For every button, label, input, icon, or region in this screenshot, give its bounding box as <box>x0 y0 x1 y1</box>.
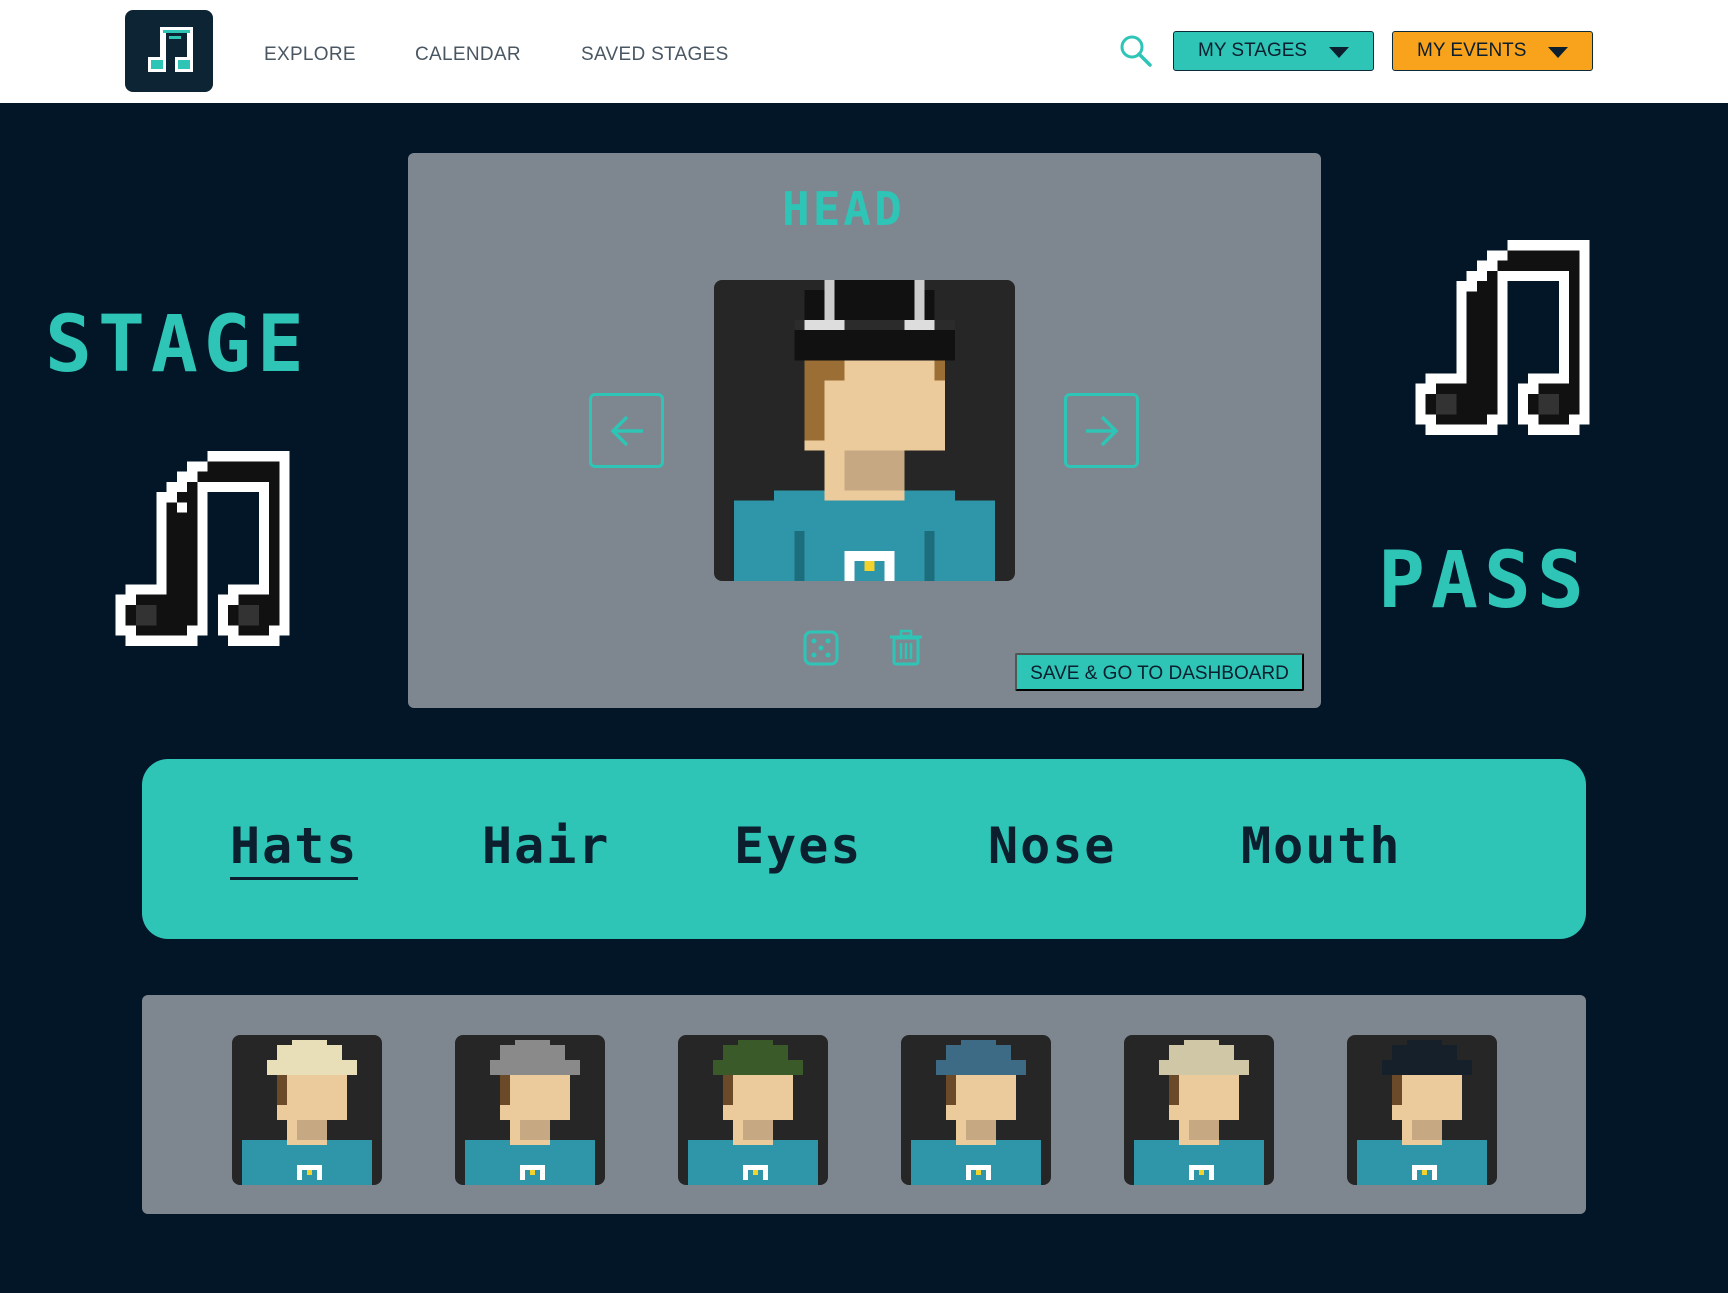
hat-option-black-bucket-hat[interactable] <box>1347 1035 1497 1185</box>
music-note-icon <box>1415 240 1590 435</box>
dice-icon[interactable] <box>801 628 841 668</box>
avatar-preview <box>714 280 1015 581</box>
my-stages-dropdown[interactable]: MY STAGES <box>1173 31 1374 71</box>
hat-option-straw-hat[interactable] <box>232 1035 382 1185</box>
music-note-icon <box>115 451 290 656</box>
tab-eyes[interactable]: Eyes <box>734 817 862 875</box>
brand-title-pass: PASS <box>1378 536 1590 626</box>
next-button[interactable] <box>1064 393 1139 468</box>
hat-option-green-cap[interactable] <box>678 1035 828 1185</box>
my-events-label: MY EVENTS <box>1417 40 1527 61</box>
top-navbar: EXPLORE CALENDAR SAVED STAGES MY STAGES … <box>0 0 1728 103</box>
editor-section-title: HEAD <box>782 182 905 236</box>
tab-hair[interactable]: Hair <box>482 817 610 875</box>
tab-mouth[interactable]: Mouth <box>1241 817 1402 875</box>
music-note-icon <box>148 27 193 72</box>
hat-option-gray-beanie[interactable] <box>455 1035 605 1185</box>
my-stages-label: MY STAGES <box>1198 40 1308 61</box>
brand-title-stage: STAGE <box>45 300 310 390</box>
logo[interactable] <box>125 10 213 92</box>
chevron-down-icon <box>1329 47 1349 58</box>
search-icon[interactable] <box>1118 33 1154 69</box>
previous-button[interactable] <box>589 393 664 468</box>
nav-explore[interactable]: EXPLORE <box>264 44 356 66</box>
hat-option-beige-cap[interactable] <box>1124 1035 1274 1185</box>
hat-option-blue-cap[interactable] <box>901 1035 1051 1185</box>
tab-nose[interactable]: Nose <box>988 817 1116 875</box>
trash-icon[interactable] <box>886 628 926 668</box>
arrow-right-icon <box>1085 415 1118 446</box>
arrow-left-icon <box>610 415 643 446</box>
chevron-down-icon <box>1548 47 1568 58</box>
save-dashboard-button[interactable]: SAVE & GO TO DASHBOARD <box>1015 653 1304 691</box>
nav-saved-stages[interactable]: SAVED STAGES <box>581 44 729 66</box>
tab-hats[interactable]: Hats <box>230 817 359 880</box>
nav-calendar[interactable]: CALENDAR <box>415 44 521 66</box>
my-events-dropdown[interactable]: MY EVENTS <box>1392 31 1593 71</box>
